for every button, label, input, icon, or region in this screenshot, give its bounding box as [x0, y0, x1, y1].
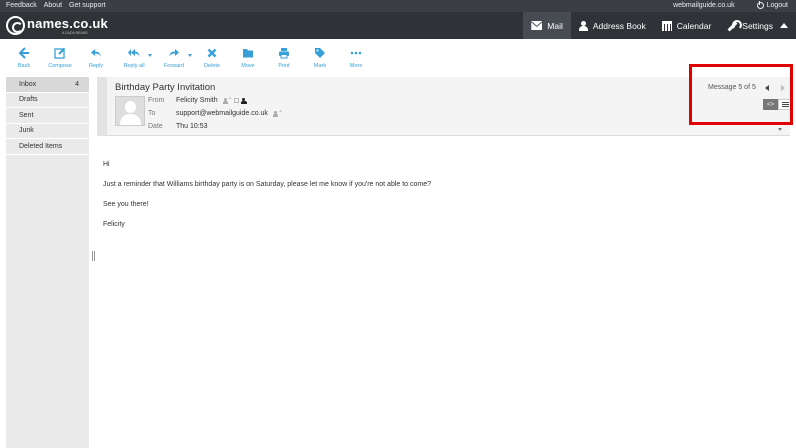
- forward-label: Forward: [163, 63, 185, 69]
- wrench-icon: [727, 19, 743, 31]
- feedback-link[interactable]: Feedback: [6, 2, 37, 9]
- folder-inbox[interactable]: Inbox 4: [6, 77, 89, 93]
- body-line: See you there!: [103, 201, 149, 208]
- more-button[interactable]: More: [338, 39, 374, 75]
- reply-icon: [90, 47, 102, 59]
- nav-mail[interactable]: Mail: [523, 12, 571, 39]
- folder-icon: [242, 47, 254, 59]
- to-row: To support@webmailguide.co.uk +: [148, 109, 282, 118]
- forward-button[interactable]: Forward: [154, 39, 194, 75]
- delete-label: Delete: [204, 63, 220, 69]
- nav-calendar-label: Calendar: [676, 20, 712, 31]
- more-label: More: [349, 63, 363, 69]
- main-nav: Mail Address Book Calendar Settings: [523, 12, 796, 39]
- logo[interactable]: names.co.uk A DADA BRAND: [6, 16, 108, 36]
- print-label: Print: [278, 63, 290, 69]
- folder-label: Drafts: [19, 96, 38, 104]
- nav-settings-label: Settings: [742, 20, 773, 31]
- nav-calendar[interactable]: Calendar: [654, 12, 720, 39]
- mark-button[interactable]: Mark: [302, 39, 338, 75]
- pencil-square-icon: [54, 47, 66, 59]
- mail-icon: [531, 21, 543, 30]
- body-line: Felicity: [103, 221, 125, 228]
- chevron-down-icon[interactable]: [148, 54, 152, 57]
- person-icon: [240, 97, 247, 104]
- get-support-link[interactable]: Get support: [69, 2, 106, 9]
- back-button[interactable]: Back: [6, 39, 42, 75]
- account-domain: webmailguide.co.uk: [673, 2, 735, 9]
- folder-list: Inbox 4 Drafts Sent Junk Deleted Items: [6, 77, 89, 448]
- reply-all-button[interactable]: Reply all: [114, 39, 154, 75]
- sender-avatar: [115, 96, 145, 126]
- date-row: Date Thu 10:53: [148, 123, 208, 130]
- date-value: Thu 10:53: [176, 123, 208, 130]
- body-line: Just a reminder that Williams birthday p…: [103, 181, 432, 188]
- message-header: Birthday Party Invitation From Felicity …: [97, 77, 793, 136]
- move-label: Move: [241, 63, 255, 69]
- folder-drafts[interactable]: Drafts: [6, 93, 89, 108]
- back-label: Back: [17, 63, 31, 69]
- pane-splitter[interactable]: [92, 251, 95, 261]
- highlight-box: [689, 64, 793, 125]
- about-link[interactable]: About: [44, 2, 62, 9]
- tag-icon: [314, 47, 326, 59]
- to-value[interactable]: support@webmailguide.co.uk: [176, 110, 268, 117]
- logo-subtitle: A DADA BRAND: [62, 31, 88, 35]
- top-strip: Feedback About Get support webmailguide.…: [0, 0, 796, 12]
- from-row: From Felicity Smith +: [148, 96, 247, 104]
- close-icon: [206, 47, 218, 59]
- nav-address-book[interactable]: Address Book: [571, 12, 654, 39]
- reply-all-label: Reply all: [123, 63, 145, 69]
- unread-count: 4: [75, 80, 79, 88]
- body-line: Hi: [103, 161, 110, 168]
- move-button[interactable]: Move: [230, 39, 266, 75]
- delete-button[interactable]: Delete: [194, 39, 230, 75]
- folder-deleted-items[interactable]: Deleted Items: [6, 139, 89, 155]
- from-label: From: [148, 97, 165, 104]
- logout-label: Logout: [766, 2, 788, 9]
- date-label: Date: [148, 123, 163, 130]
- power-icon: [756, 1, 764, 9]
- message-subject: Birthday Party Invitation: [115, 82, 216, 93]
- folder-junk[interactable]: Junk: [6, 124, 89, 139]
- folder-label: Junk: [19, 127, 34, 135]
- printer-icon: [278, 47, 290, 59]
- compose-button[interactable]: Compose: [42, 39, 78, 75]
- mark-label: Mark: [313, 63, 327, 69]
- from-value[interactable]: Felicity Smith: [176, 97, 218, 104]
- person-icon: [578, 20, 588, 31]
- folder-label: Deleted Items: [19, 142, 63, 150]
- chevron-down-icon[interactable]: [188, 54, 192, 57]
- chevron-down-icon[interactable]: [778, 128, 782, 131]
- nav-mail-label: Mail: [547, 20, 563, 31]
- add-contact-icon[interactable]: +: [272, 109, 282, 117]
- more-dots-icon: [350, 47, 362, 59]
- compose-label: Compose: [48, 63, 72, 69]
- webmail-app: Feedback About Get support webmailguide.…: [0, 0, 796, 448]
- message-toolbar: Back Compose Reply Reply all Forward Del…: [0, 39, 796, 75]
- print-button[interactable]: Print: [266, 39, 302, 75]
- nav-address-book-label: Address Book: [592, 20, 646, 31]
- folder-sent[interactable]: Sent: [6, 108, 89, 124]
- folder-label: Sent: [19, 111, 34, 119]
- calendar-icon: [661, 20, 672, 31]
- logo-text: names.co.uk: [27, 16, 108, 31]
- arrow-left-icon: [18, 47, 30, 59]
- checkbox-icon[interactable]: [233, 98, 239, 103]
- nav-settings[interactable]: Settings: [719, 12, 796, 39]
- app-header: names.co.uk A DADA BRAND Mail Address Bo…: [0, 12, 796, 39]
- to-label: To: [148, 110, 156, 117]
- add-contact-icon[interactable]: +: [222, 96, 232, 104]
- message-body: Hi Just a reminder that Williams birthda…: [103, 160, 431, 240]
- reply-all-icon: [128, 47, 140, 59]
- forward-icon: [168, 47, 180, 59]
- logout-link[interactable]: Logout: [756, 1, 788, 9]
- reply-label: Reply: [88, 63, 104, 69]
- chevron-up-icon: [780, 23, 788, 28]
- logo-mark-icon: [6, 16, 25, 35]
- reply-button[interactable]: Reply: [78, 39, 114, 75]
- folder-label: Inbox: [19, 80, 37, 88]
